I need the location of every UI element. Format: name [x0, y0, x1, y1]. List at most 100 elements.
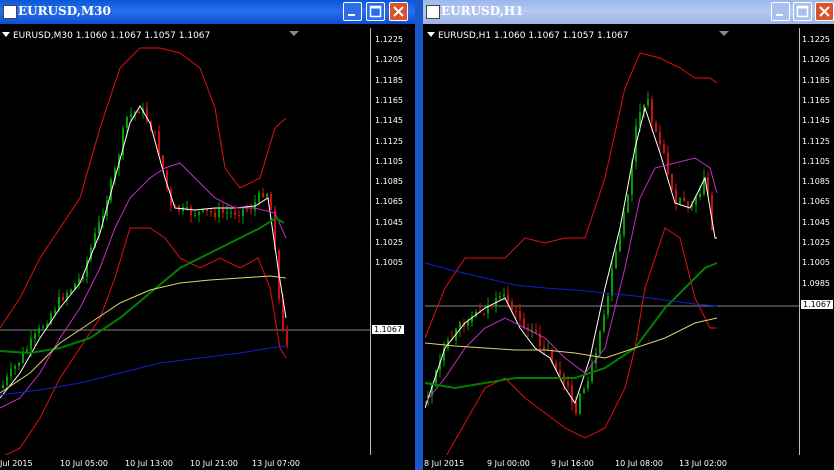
- candle-body: [70, 289, 72, 294]
- candle-body: [667, 152, 669, 175]
- candle-body: [515, 310, 517, 312]
- minimize-button[interactable]: [343, 2, 362, 21]
- candle-body: [286, 329, 288, 346]
- candle-body: [98, 221, 100, 234]
- price-tick-label: 1.1065: [802, 197, 830, 207]
- price-chart[interactable]: [0, 28, 370, 455]
- maximize-button[interactable]: [793, 2, 812, 21]
- price-tick-label: 1.1145: [375, 116, 403, 126]
- price-tick-label: 1.1185: [375, 75, 403, 85]
- chart-window-icon: [426, 5, 440, 19]
- candle-body: [559, 369, 561, 375]
- candle-body: [611, 268, 613, 296]
- candle-body: [679, 198, 681, 204]
- ma-blue-line: [0, 345, 287, 396]
- candle-body: [2, 384, 4, 388]
- price-tick-label: 1.1125: [375, 136, 403, 146]
- candle-body: [623, 212, 625, 235]
- candle-body: [543, 346, 545, 350]
- price-tick-label: 1.1025: [802, 238, 830, 247]
- price-tick-label: 1.1145: [802, 116, 830, 126]
- candle-body: [258, 192, 260, 203]
- close-button[interactable]: [815, 2, 834, 21]
- candle-body: [230, 212, 232, 214]
- candle-body: [523, 318, 525, 328]
- candle-body: [507, 294, 509, 302]
- candle-body: [499, 296, 501, 299]
- time-tick-label: 9 Jul 16:00: [551, 459, 594, 468]
- candle-body: [218, 209, 220, 218]
- minimize-button[interactable]: [771, 2, 790, 21]
- candle-body: [38, 327, 40, 334]
- ma-fast-line: [0, 105, 287, 399]
- price-chart[interactable]: [425, 28, 799, 455]
- candle-body: [266, 194, 268, 197]
- title-bar[interactable]: EURUSD,M30: [0, 0, 415, 24]
- candle-body: [607, 295, 609, 315]
- window-divider: [415, 0, 423, 470]
- price-tick-label: 1.1105: [375, 156, 403, 166]
- candle-body: [687, 201, 689, 207]
- price-tick-label: 1.0985: [802, 278, 830, 288]
- candle-body: [62, 296, 64, 300]
- current-price-label: 1.1067: [801, 300, 833, 309]
- price-tick-label: 1.1045: [802, 217, 830, 227]
- candle-body: [42, 326, 44, 328]
- chart-window-m30[interactable]: EURUSD,M30 EURUSD,M30 1.1060 1.1067 1.10…: [0, 0, 415, 470]
- candle-body: [246, 209, 248, 211]
- price-axis: [370, 28, 371, 455]
- candle-body: [30, 338, 32, 350]
- candle-body: [655, 122, 657, 133]
- candle-body: [18, 362, 20, 367]
- candle-body: [519, 310, 521, 319]
- candle-body: [663, 144, 665, 153]
- price-tick-label: 1.1185: [802, 75, 830, 85]
- maximize-button[interactable]: [366, 2, 385, 21]
- candle-body: [226, 212, 228, 214]
- candle-body: [250, 209, 252, 211]
- time-tick-label: 10 Jul 21:00: [190, 459, 238, 468]
- candle-body: [222, 209, 224, 213]
- title-bar[interactable]: EURUSD,H1: [423, 0, 834, 24]
- time-tick-label: 10 Jul 13:00: [125, 459, 173, 468]
- candle-body: [54, 309, 56, 314]
- ma-mid-line: [425, 157, 718, 404]
- candle-body: [262, 192, 264, 197]
- price-tick-label: 1.1005: [802, 258, 830, 268]
- time-tick-label: 10 Jul 05:00: [60, 459, 108, 468]
- candle-body: [242, 209, 244, 216]
- candle-body: [6, 376, 8, 385]
- price-tick-label: 1.1225: [802, 35, 830, 44]
- chart-window-h1[interactable]: EURUSD,H1 EURUSD,H1 1.1060 1.1067 1.1057…: [423, 0, 834, 470]
- price-tick-label: 1.1085: [802, 177, 830, 187]
- candle-body: [699, 193, 701, 197]
- candle-body: [659, 132, 661, 145]
- price-tick-label: 1.1005: [375, 258, 403, 268]
- candle-body: [671, 174, 673, 190]
- candle-body: [186, 207, 188, 209]
- candle-body: [22, 352, 24, 363]
- candle-body: [575, 402, 577, 414]
- time-tick-label: 13 Jul 02:00: [679, 459, 727, 468]
- ma-mid-line: [0, 162, 287, 409]
- window-title: EURUSD,M30: [18, 4, 111, 18]
- price-tick-label: 1.1085: [375, 177, 403, 187]
- candle-body: [270, 194, 272, 210]
- candle-body: [511, 301, 513, 311]
- candle-body: [531, 329, 533, 331]
- candle-body: [138, 111, 140, 114]
- candle-body: [579, 393, 581, 414]
- candle-body: [190, 207, 192, 216]
- candle-body: [683, 198, 685, 202]
- candle-body: [483, 313, 485, 315]
- close-button[interactable]: [389, 2, 408, 21]
- time-tick-label: 10 Jul 08:00: [615, 459, 663, 468]
- price-axis: [799, 28, 800, 455]
- price-tick-label: 1.1025: [375, 238, 403, 247]
- bollinger-upper-line: [0, 47, 287, 329]
- window-title: EURUSD,H1: [441, 4, 524, 18]
- price-tick-label: 1.1165: [802, 95, 830, 105]
- candle-body: [10, 368, 12, 377]
- time-tick-label: 8 Jul 2015: [424, 459, 465, 468]
- candle-body: [214, 212, 216, 218]
